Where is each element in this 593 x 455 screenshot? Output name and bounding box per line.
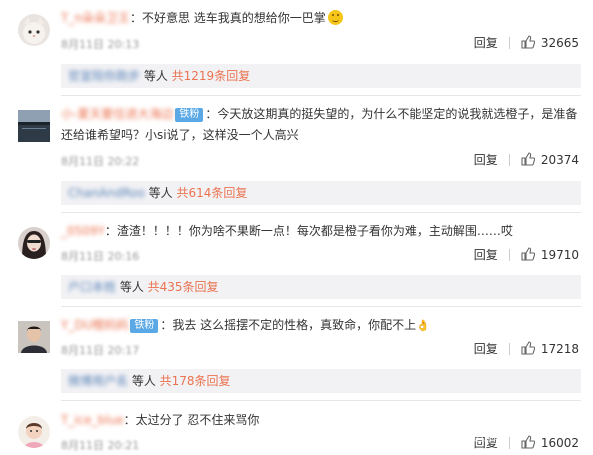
reply-summary-text: 等人: [128, 374, 160, 388]
reply-summary-text: 等人: [144, 186, 177, 200]
avatar[interactable]: [18, 14, 50, 46]
reply-summary-text: 等人: [116, 280, 148, 294]
reply-summary[interactable]: 官宣陪你跑步 等人 共1219条回复: [61, 64, 581, 88]
comment-text-line: Y_DU橙妈妈 铁粉 ：我去 这么摇摆不定的性格，真致命，你配不上👌: [61, 315, 581, 336]
reply-count-link[interactable]: 共1219条回复: [172, 69, 251, 83]
like-count: 17218: [540, 342, 579, 356]
thumbs-up-icon[interactable]: [521, 341, 535, 355]
reply-button[interactable]: 回复: [474, 341, 498, 357]
comment-text: ：不好意思 选车我真的想给你一巴掌: [129, 11, 326, 25]
comment-text: ：我去 这么摇摆不定的性格，真致命，你配不上: [160, 318, 417, 332]
username-link[interactable]: T_n朵朵卫王: [61, 11, 130, 25]
reply-username[interactable]: 官宣陪你跑步: [68, 69, 140, 83]
fan-badge: 铁粉: [130, 319, 159, 333]
reply-username[interactable]: ChanAndRoo: [68, 186, 145, 200]
divider: [61, 306, 581, 307]
divider: [508, 37, 510, 49]
like-count: 16002: [540, 436, 579, 450]
thumbs-up-icon[interactable]: [521, 247, 535, 261]
comment-text: ：太过分了 忍不住来骂你: [123, 413, 260, 427]
fan-badge: 铁粉: [175, 108, 204, 122]
username-link[interactable]: T_ice_blue: [61, 413, 124, 427]
divider: [61, 212, 581, 213]
grin-emoji-icon: [327, 10, 343, 25]
avatar[interactable]: [18, 416, 50, 448]
comment-time: 8月11日 20:21: [61, 439, 140, 452]
comment-actions: 回复 20374: [474, 152, 579, 168]
divider: [61, 400, 581, 401]
reply-button[interactable]: 回复: [474, 35, 498, 51]
comment-actions: 回复 19710: [474, 247, 579, 263]
thumbs-up-icon[interactable]: [521, 152, 535, 166]
divider: [508, 154, 510, 166]
thumbs-up-icon[interactable]: [521, 435, 535, 449]
avatar[interactable]: [18, 110, 50, 142]
divider: [508, 249, 510, 261]
comment-time: 8月11日 20:13: [61, 38, 140, 51]
reply-summary[interactable]: ChanAndRoo 等人 共614条回复: [61, 181, 581, 205]
reply-username[interactable]: 户口本姓: [68, 280, 116, 294]
username-link[interactable]: 小-夏天要住进大海边: [61, 107, 173, 121]
like-count: 19710: [540, 248, 579, 262]
comment-actions: 回复 17218: [474, 341, 579, 357]
comment-text-line: _0509Y：渣渣！！！！你为啥不果断一点！每次都是橙子看你为难，主动解围……哎: [61, 221, 581, 242]
comment-text: ：渣渣！！！！你为啥不果断一点！每次都是橙子看你为难，主动解围……哎: [104, 224, 513, 238]
username-link[interactable]: Y_DU橙妈妈: [61, 318, 128, 332]
avatar[interactable]: [18, 227, 50, 259]
thumbs-up-icon[interactable]: [521, 35, 535, 49]
comment-time: 8月11日 20:22: [61, 155, 140, 168]
reply-button[interactable]: 回复: [474, 247, 498, 263]
comment-text-line: 小-夏天要住进大海边 铁粉 ：今天放这期真的挺失望的，为什么不能坚定的说我就选橙子，…: [61, 104, 581, 146]
comment-time: 8月11日 20:17: [61, 344, 140, 357]
reply-button[interactable]: 回复: [474, 152, 498, 168]
divider: [61, 95, 581, 96]
like-count: 32665: [540, 36, 579, 50]
reply-username[interactable]: 微博用户名: [68, 374, 128, 388]
reply-summary-text: 等人: [140, 69, 172, 83]
divider: [508, 343, 510, 355]
username-link[interactable]: _0509Y: [61, 224, 105, 238]
like-count: 20374: [540, 153, 579, 167]
reply-summary[interactable]: 微博用户名 等人 共178条回复: [61, 369, 581, 393]
reply-count-link[interactable]: 共614条回复: [177, 186, 248, 200]
watermark: 百家号/追剧打卡: [432, 430, 521, 444]
reply-summary[interactable]: 户口本姓 等人 共435条回复: [61, 275, 581, 299]
comment-time: 8月11日 20:16: [61, 250, 140, 263]
reply-count-link[interactable]: 共178条回复: [160, 374, 231, 388]
comment-actions: 回复 32665: [474, 35, 579, 51]
avatar[interactable]: [18, 321, 50, 353]
ok-hand-emoji-icon: 👌: [416, 319, 430, 332]
reply-count-link[interactable]: 共435条回复: [148, 280, 219, 294]
comment-text-line: T_n朵朵卫王：不好意思 选车我真的想给你一巴掌: [61, 8, 581, 29]
